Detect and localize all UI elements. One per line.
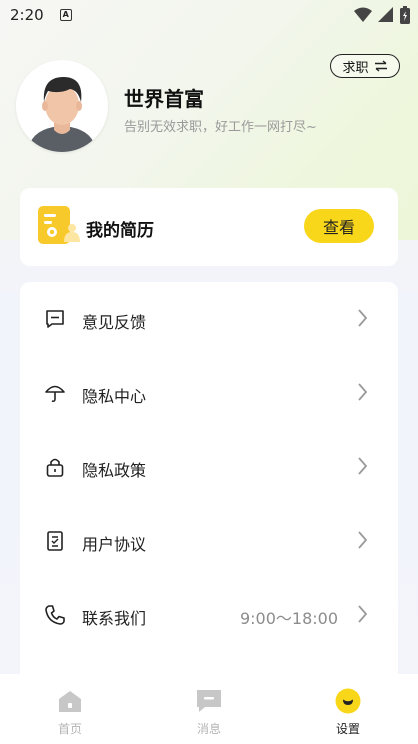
settings-menu: 意见反馈 隐私中心 隐私政策 用户协议 联系我们 9:00～18:00 bbox=[20, 282, 398, 702]
tab-home[interactable]: 首页 bbox=[0, 674, 140, 744]
tagline: 告别无效求职，好工作一网打尽~ bbox=[124, 120, 317, 135]
menu-item-label: 用户协议 bbox=[82, 535, 147, 554]
home-icon bbox=[59, 691, 81, 712]
chevron-right-icon bbox=[358, 457, 368, 475]
resume-card[interactable]: 我的简历 查看 bbox=[20, 188, 398, 266]
resume-document-icon bbox=[38, 206, 80, 244]
status-bar: 2:20 A bbox=[0, 0, 418, 30]
menu-item-label: 意见反馈 bbox=[82, 313, 147, 332]
umbrella-icon bbox=[45, 385, 65, 403]
tab-label: 设置 bbox=[335, 722, 360, 736]
menu-item-privacy-policy[interactable]: 隐私政策 bbox=[20, 430, 398, 504]
message-icon bbox=[197, 690, 221, 712]
menu-item-user-agreement[interactable]: 用户协议 bbox=[20, 504, 398, 578]
tab-label: 首页 bbox=[57, 722, 82, 736]
avatar[interactable] bbox=[16, 60, 108, 152]
chevron-right-icon bbox=[358, 383, 368, 401]
status-icons bbox=[354, 6, 410, 24]
chevron-right-icon bbox=[358, 531, 368, 549]
chevron-right-icon bbox=[358, 605, 368, 623]
username: 世界首富 bbox=[124, 87, 204, 111]
bottom-tab-bar: 首页 消息 设置 bbox=[0, 674, 418, 744]
agreement-icon bbox=[47, 531, 63, 551]
resume-title: 我的简历 bbox=[86, 221, 154, 241]
tab-label: 消息 bbox=[196, 722, 221, 736]
wifi-icon bbox=[354, 7, 372, 22]
menu-item-contact-us[interactable]: 联系我们 9:00～18:00 bbox=[20, 578, 398, 652]
tab-settings[interactable]: 设置 bbox=[278, 674, 418, 744]
feedback-icon bbox=[46, 310, 64, 328]
notification-badge-icon: A bbox=[59, 9, 72, 21]
view-resume-button[interactable]: 查看 bbox=[304, 209, 374, 243]
lock-icon bbox=[46, 458, 64, 477]
menu-item-label: 隐私政策 bbox=[82, 461, 147, 480]
signal-icon bbox=[378, 7, 393, 22]
menu-item-feedback[interactable]: 意见反馈 bbox=[20, 282, 398, 356]
job-mode-label: 求职 bbox=[342, 60, 369, 76]
menu-item-label: 联系我们 bbox=[82, 609, 147, 628]
menu-item-label: 隐私中心 bbox=[82, 387, 147, 406]
settings-icon bbox=[335, 688, 361, 714]
status-time: 2:20 bbox=[10, 6, 44, 24]
job-mode-toggle-button[interactable]: 求职 bbox=[330, 54, 400, 78]
chevron-right-icon bbox=[358, 309, 368, 327]
user-avatar-icon bbox=[16, 60, 108, 152]
tab-messages[interactable]: 消息 bbox=[139, 674, 279, 744]
contact-hours: 9:00～18:00 bbox=[239, 609, 338, 628]
menu-item-privacy-center[interactable]: 隐私中心 bbox=[20, 356, 398, 430]
switch-arrows-icon bbox=[374, 60, 387, 72]
phone-icon bbox=[45, 605, 65, 625]
battery-icon bbox=[400, 6, 410, 24]
